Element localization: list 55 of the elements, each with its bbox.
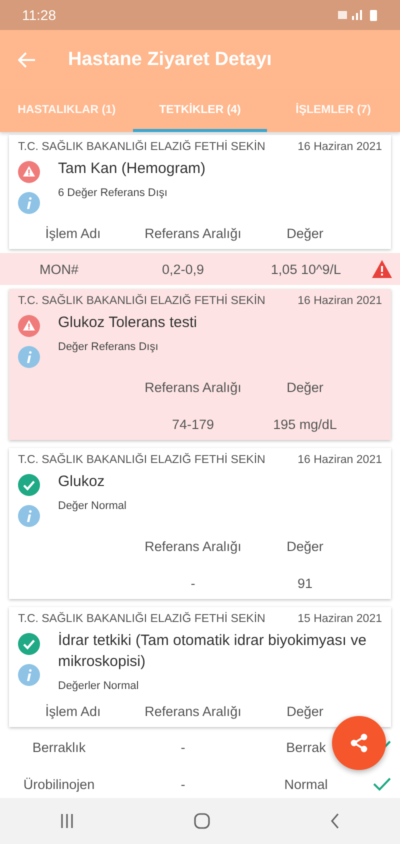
share-icon <box>348 732 370 754</box>
column-header: İşlem Adı <box>44 704 102 719</box>
test-date: 15 Haziran 2021 <box>298 613 382 625</box>
result-name: Berraklık <box>31 740 87 754</box>
result-value: 91 <box>296 576 314 591</box>
test-card[interactable]: T.C. SAĞLIK BAKANLIĞI ELAZIĞ FETHİ SEKİN 16 Haziran 2021 Glukoz Değer Normal Referans Aralığı Değer - 91 <box>9 448 391 599</box>
result-value: 1,05 10^9/L <box>270 262 342 276</box>
result-name: MON# <box>38 262 80 276</box>
test-summary: 6 Değer Referans Dışı <box>58 187 168 199</box>
column-header: Referans Aralığı <box>144 539 242 554</box>
back-icon[interactable] <box>329 813 341 829</box>
info-icon <box>18 192 40 214</box>
signal-battery-icon <box>338 9 378 21</box>
reference-range: - <box>180 776 186 792</box>
share-button[interactable] <box>332 716 386 770</box>
reference-range: - <box>180 740 186 754</box>
institution-name: T.C. SAĞLIK BAKANLIĞI ELAZIĞ FETHİ SEKİN <box>18 141 266 153</box>
column-header: Değer <box>286 704 324 719</box>
column-header: Referans Aralığı <box>144 380 242 395</box>
column-header: Referans Aralığı <box>144 226 242 241</box>
institution-name: T.C. SAĞLIK BAKANLIĞI ELAZIĞ FETHİ SEKİN <box>18 295 266 307</box>
result-value: Normal <box>283 776 329 792</box>
column-header: Değer <box>286 380 324 395</box>
column-header: Değer <box>286 539 324 554</box>
test-title: Tam Kan (Hemogram) <box>58 159 207 179</box>
column-header: Değer <box>286 226 324 241</box>
reference-range: - <box>190 576 196 591</box>
info-icon <box>18 346 40 368</box>
screen-title: Hastane Ziyaret Detayı <box>68 49 272 71</box>
test-summary: Değerler Normal <box>58 680 140 692</box>
column-header: İşlem Adı <box>44 226 102 241</box>
home-icon[interactable] <box>193 812 211 830</box>
test-summary: Değer Normal <box>58 500 128 512</box>
test-card[interactable]: T.C. SAĞLIK BAKANLIĞI ELAZIĞ FETHİ SEKİN 16 Haziran 2021 Tam Kan (Hemogram) 6 Değer Referans Dışı İşlem Adı Referans Aralığı Değer <box>9 135 391 249</box>
institution-name: T.C. SAĞLIK BAKANLIĞI ELAZIĞ FETHİ SEKİN <box>18 613 266 625</box>
test-date: 16 Haziran 2021 <box>298 295 382 307</box>
test-card[interactable]: T.C. SAĞLIK BAKANLIĞI ELAZIĞ FETHİ SEKİN 15 Haziran 2021 İdrar tetkiki (Tam otomatik idrar biyokimyası ve mikroskopisi) Değerler Normal İşlem Adı Referans Aralığı Değer <box>9 607 391 727</box>
test-title: İdrar tetkiki (Tam otomatik idrar biyokimyası ve mikroskopisi) <box>58 631 368 672</box>
test-card[interactable]: T.C. SAĞLIK BAKANLIĞI ELAZIĞ FETHİ SEKİN 16 Haziran 2021 Glukoz Tolerans testi Değer Referans Dışı Referans Aralığı Değer 74-179 195 mg/dL <box>9 289 391 440</box>
column-header: Referans Aralığı <box>144 704 242 719</box>
test-date: 16 Haziran 2021 <box>298 141 382 153</box>
result-value: Berrak <box>285 740 327 754</box>
test-title: Glukoz <box>58 472 106 492</box>
result-value: 195 mg/dL <box>272 417 338 432</box>
info-icon <box>18 505 40 527</box>
institution-name: T.C. SAĞLIK BAKANLIĞI ELAZIĞ FETHİ SEKİN <box>18 454 266 466</box>
test-summary: Değer Referans Dışı <box>58 341 160 353</box>
result-name: Ürobilinojen <box>22 776 96 792</box>
info-icon <box>18 664 40 686</box>
status-time: 11:28 <box>22 7 56 23</box>
recent-apps-icon[interactable] <box>59 813 75 829</box>
test-date: 16 Haziran 2021 <box>298 454 382 466</box>
reference-range: 0,2-0,9 <box>160 262 206 276</box>
test-title: Glukoz Tolerans testi <box>58 313 198 333</box>
reference-range: 74-179 <box>170 417 216 432</box>
